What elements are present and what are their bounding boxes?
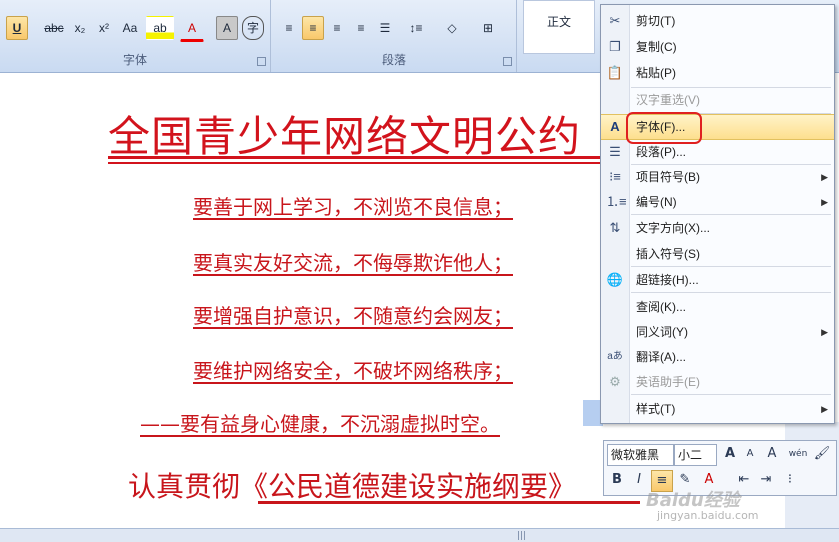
paragraph-group: ≡ ≡ ≡ ≡ ☰ ↕≡ ◇ ⊞ 段落	[272, 0, 517, 72]
menu-separator	[631, 214, 831, 215]
font-dialog-launcher-icon[interactable]	[257, 57, 266, 66]
annotation-highlight-ring	[626, 112, 702, 144]
style-icon[interactable]: A	[762, 444, 782, 464]
hyperlink-icon: 🌐	[606, 272, 624, 287]
menu-item-label: 文字方向(X)...	[636, 221, 710, 235]
scissors-icon: ✂	[609, 13, 621, 28]
baidu-watermark-url: jingyan.baidu.com	[657, 509, 759, 522]
phonetic-guide-icon[interactable]: wén	[788, 444, 808, 464]
menu-item-label: 翻译(A)...	[636, 350, 686, 364]
menu-separator	[631, 266, 831, 267]
paste-icon: 📋	[606, 65, 624, 80]
menu-item-hyperlink[interactable]: 🌐 超链接(H)...	[601, 268, 834, 292]
font-group: U abc x₂ x² Aa ab A A 字 字体	[0, 0, 271, 72]
menu-item-label: 英语助手(E)	[636, 375, 700, 389]
pledge-line: 要维护网络安全，不破坏网络秩序；	[193, 359, 513, 383]
menu-item-paste[interactable]: 📋 粘贴(P)	[601, 61, 834, 85]
bold-button[interactable]: B	[607, 470, 627, 490]
submenu-arrow-icon: ▶	[821, 404, 828, 414]
menu-separator	[631, 292, 831, 293]
mini-bullets-icon[interactable]: ⁝	[780, 470, 800, 490]
title-underline	[108, 156, 600, 159]
english-assistant-icon: ⚙	[609, 374, 621, 389]
menu-item-english-assistant[interactable]: ⚙ 英语助手(E)	[601, 370, 834, 394]
submenu-arrow-icon: ▶	[821, 172, 828, 182]
menu-item-text-direction[interactable]: ⇅ 文字方向(X)...	[601, 216, 834, 240]
mini-font-size-select[interactable]: 小二	[674, 444, 717, 466]
menu-item-label: 插入符号(S)	[636, 247, 700, 261]
menu-item-label: 同义词(Y)	[636, 325, 688, 339]
scroll-grip-icon[interactable]: |||	[517, 531, 526, 541]
pledge-line: ——要有益身心健康，不沉溺虚拟时空。	[140, 412, 500, 436]
menu-item-label: 粘贴(P)	[636, 66, 676, 80]
underline-button[interactable]: U	[6, 16, 28, 40]
menu-item-label: 超链接(H)...	[636, 273, 699, 287]
menu-item-label: 样式(T)	[636, 402, 676, 416]
style-normal-label: 正文	[546, 15, 571, 29]
pledge-line: 要增强自护意识，不随意约会网友；	[193, 304, 513, 328]
style-normal[interactable]: 正文	[523, 0, 595, 54]
align-right-icon[interactable]: ≡	[326, 16, 348, 40]
footer-text: 认真贯彻《公民道德建设实施纲要》	[128, 470, 577, 503]
footer-underline	[258, 501, 640, 504]
subscript-button[interactable]: x₂	[68, 16, 92, 40]
menu-item-translate[interactable]: aあ 翻译(A)...	[601, 345, 834, 369]
pledge-line: 要真实友好交流，不侮辱欺诈他人；	[193, 251, 513, 275]
menu-item-reconvert[interactable]: 汉字重选(V)	[601, 88, 834, 112]
menu-item-styles[interactable]: 样式(T) ▶	[601, 397, 834, 421]
menu-item-label: 复制(C)	[636, 40, 677, 54]
superscript-button[interactable]: x²	[92, 16, 116, 40]
strikethrough-button[interactable]: abc	[40, 16, 68, 40]
menu-item-label: 剪切(T)	[636, 14, 676, 28]
enclose-char-button[interactable]: 字	[242, 16, 264, 40]
grow-font-icon[interactable]: A	[720, 444, 740, 464]
document-title: 全国青少年网络文明公约	[108, 112, 582, 161]
submenu-arrow-icon: ▶	[821, 197, 828, 207]
bullets-icon: ⁝≡	[609, 169, 621, 184]
menu-item-label: 项目符号(B)	[636, 170, 700, 184]
line-spacing-icon[interactable]: ↕≡	[400, 16, 432, 40]
title-underline-second	[108, 162, 600, 164]
numbering-icon: ⒈≡	[606, 194, 627, 209]
format-painter-icon[interactable]: 🖌	[812, 444, 832, 464]
highlight-button[interactable]: ab	[146, 16, 174, 40]
borders-icon[interactable]: ⊞	[472, 16, 504, 40]
menu-item-numbering[interactable]: ⒈≡ 编号(N) ▶	[601, 190, 834, 214]
align-center-icon[interactable]: ≡	[302, 16, 324, 40]
context-menu: ✂ 剪切(T) ❐ 复制(C) 📋 粘贴(P) 汉字重选(V) A 字体(F).…	[600, 4, 835, 424]
horizontal-scrollbar[interactable]: |||	[0, 528, 839, 542]
submenu-arrow-icon: ▶	[821, 327, 828, 337]
font-icon: A	[610, 119, 620, 134]
pledge-line: 要善于网上学习，不浏览不良信息；	[193, 195, 513, 219]
menu-item-label: 编号(N)	[636, 195, 677, 209]
font-color-button[interactable]: A	[180, 16, 204, 42]
align-left-icon[interactable]: ≡	[278, 16, 300, 40]
justify-icon[interactable]: ≡	[350, 16, 372, 40]
menu-item-bullets[interactable]: ⁝≡ 项目符号(B) ▶	[601, 165, 834, 189]
shrink-font-icon[interactable]: A	[740, 444, 760, 464]
menu-item-lookup[interactable]: 查阅(K)...	[601, 295, 834, 319]
mini-font-name-select[interactable]: 微软雅黑	[607, 444, 674, 466]
char-shading-button[interactable]: A	[216, 16, 238, 40]
change-case-button[interactable]: Aa	[116, 16, 144, 40]
menu-separator	[631, 394, 831, 395]
text-direction-icon: ⇅	[609, 220, 621, 235]
paragraph-dialog-launcher-icon[interactable]	[503, 57, 512, 66]
menu-item-synonyms[interactable]: 同义词(Y) ▶	[601, 320, 834, 344]
menu-item-label: 查阅(K)...	[636, 300, 686, 314]
copy-icon: ❐	[609, 39, 621, 54]
paragraph-group-label: 段落	[381, 53, 406, 67]
translate-icon: aあ	[607, 351, 623, 362]
shading-icon[interactable]: ◇	[436, 16, 468, 40]
paragraph-icon: ☰	[609, 144, 621, 159]
distributed-icon[interactable]: ☰	[374, 16, 396, 40]
menu-item-copy[interactable]: ❐ 复制(C)	[601, 35, 834, 59]
menu-item-insert-symbol[interactable]: 插入符号(S)	[601, 242, 834, 266]
mini-outdent-icon[interactable]: ⇥	[756, 470, 776, 490]
menu-item-label: 汉字重选(V)	[636, 93, 700, 107]
font-group-label: 字体	[122, 53, 147, 67]
menu-item-cut[interactable]: ✂ 剪切(T)	[601, 9, 834, 33]
